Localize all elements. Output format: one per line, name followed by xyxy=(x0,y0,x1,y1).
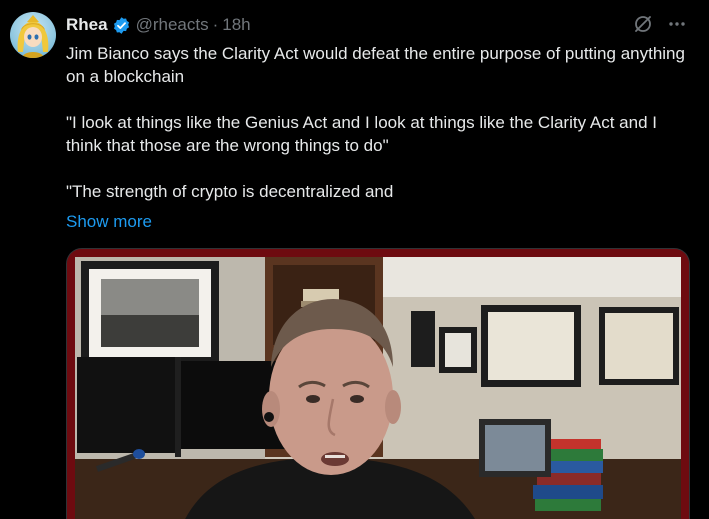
separator-dot: · xyxy=(212,15,219,34)
tweet-header: Rhea @rheacts · 18h xyxy=(66,14,251,36)
tweet-text: Jim Bianco says the Clarity Act would de… xyxy=(66,42,696,203)
verified-badge-icon xyxy=(112,16,131,35)
show-more-link[interactable]: Show more xyxy=(66,210,152,233)
tweet-paragraph: "I look at things like the Genius Act an… xyxy=(66,113,657,155)
timestamp[interactable]: 18h xyxy=(222,15,250,35)
tweet-video[interactable] xyxy=(66,248,690,519)
tweet-card[interactable]: Rhea @rheacts · 18h Jim Bianco says the … xyxy=(0,0,709,519)
framed-photo xyxy=(81,261,219,365)
avatar[interactable] xyxy=(10,12,56,58)
tweet-paragraph: "The strength of crypto is decentralized… xyxy=(66,182,394,201)
more-icon[interactable] xyxy=(667,14,687,39)
grok-icon[interactable] xyxy=(633,14,653,39)
author-name[interactable]: Rhea xyxy=(66,15,108,35)
author-handle[interactable]: @rheacts xyxy=(136,15,209,35)
tweet-paragraph: Jim Bianco says the Clarity Act would de… xyxy=(66,44,685,86)
header-actions xyxy=(633,14,687,39)
